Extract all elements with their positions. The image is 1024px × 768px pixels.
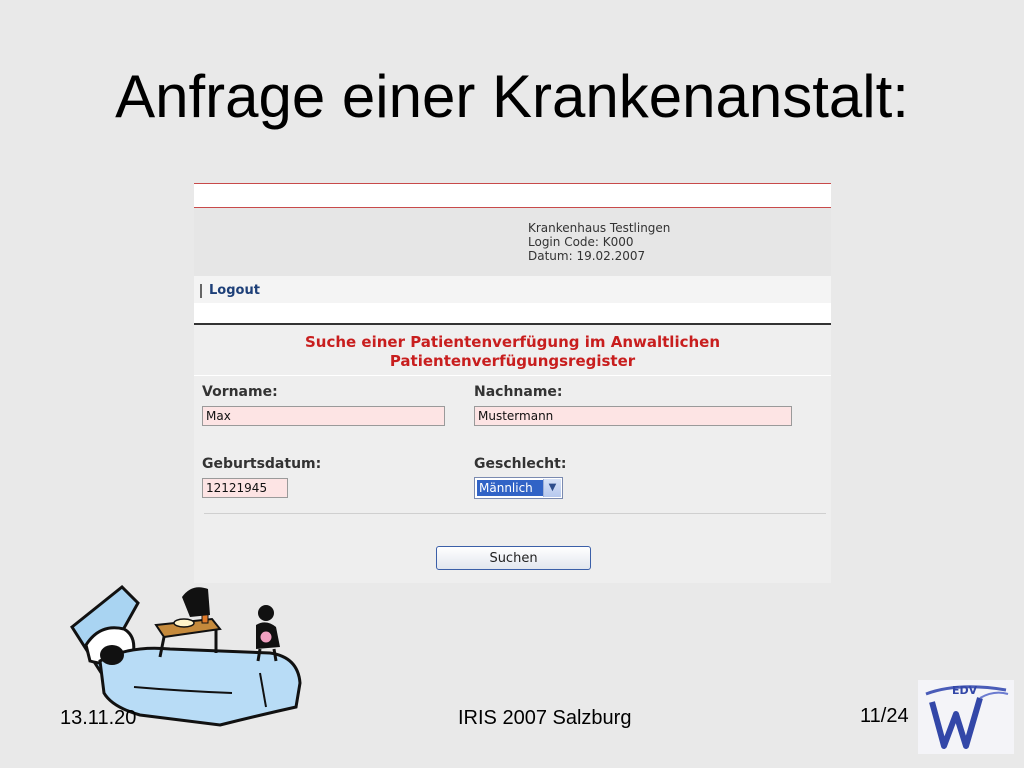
geburtsdatum-input[interactable] <box>202 478 288 498</box>
nachname-input[interactable] <box>474 406 792 426</box>
vorname-input[interactable] <box>202 406 445 426</box>
header-band <box>194 208 831 276</box>
web-form-screenshot: Krankenhaus Testlingen Login Code: K000 … <box>194 183 831 583</box>
footer-date: 13.11.20 <box>60 707 137 729</box>
suchen-button[interactable]: Suchen <box>436 546 591 570</box>
search-title-line2: Patientenverfügungsregister <box>389 352 636 370</box>
geburtsdatum-label: Geburtsdatum: <box>202 456 322 472</box>
nav-gap <box>194 303 831 323</box>
geschlecht-select[interactable]: Männlich ▼ <box>474 477 563 499</box>
hospital-name: Krankenhaus Testlingen <box>528 221 671 235</box>
slide-title: Anfrage einer Krankenanstalt: <box>115 63 909 130</box>
footer-page-number: 11/24 <box>860 705 909 727</box>
edv-logo: EDV W <box>918 680 1014 754</box>
top-red-line <box>194 183 831 184</box>
vorname-label: Vorname: <box>202 384 278 400</box>
footer-conference: IRIS 2007 Salzburg <box>458 707 632 729</box>
chevron-down-icon[interactable]: ▼ <box>543 479 561 497</box>
geschlecht-selected-value: Männlich <box>477 480 543 496</box>
logout-link[interactable]: Logout <box>209 283 260 298</box>
search-title: Suche einer Patientenverfügung im Anwalt… <box>194 333 831 371</box>
search-title-line1: Suche einer Patientenverfügung im Anwalt… <box>304 333 721 351</box>
nav-separator <box>200 284 202 298</box>
login-date: Datum: 19.02.2007 <box>528 249 646 263</box>
geschlecht-label: Geschlecht: <box>474 456 567 472</box>
top-band <box>194 183 831 207</box>
edv-logo-text: EDV <box>952 684 978 697</box>
login-code: Login Code: K000 <box>528 235 634 249</box>
hospital-info: Krankenhaus Testlingen Login Code: K000 … <box>528 221 670 263</box>
nav-bar <box>194 276 831 303</box>
nachname-label: Nachname: <box>474 384 563 400</box>
form-separator <box>204 513 826 514</box>
